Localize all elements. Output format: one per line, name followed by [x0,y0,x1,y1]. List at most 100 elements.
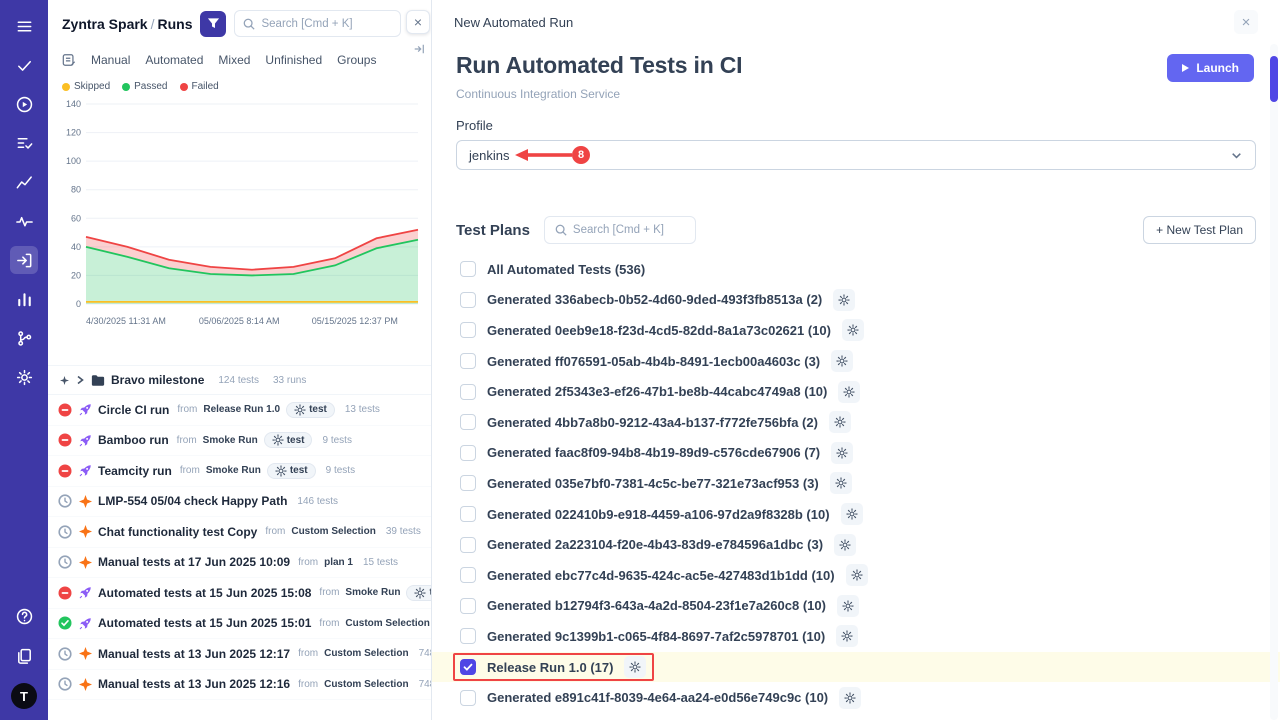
test-plan-row[interactable]: Generated ebc77c4d-9635-424c-ac5e-427483… [432,560,1280,591]
plan-checkbox[interactable] [460,445,476,461]
test-plan-row[interactable]: Release Run 1.0 (17) [432,652,1280,683]
plan-label[interactable]: Generated ff076591-05ab-4b4b-8491-1ecb00… [487,354,820,369]
milestone-row[interactable]: Bravo milestone 124 tests 33 runs [48,365,431,395]
plan-settings-button[interactable] [842,319,864,341]
plan-settings-button[interactable] [831,350,853,372]
run-row[interactable]: Automated tests at 15 Jun 2025 15:01from… [48,609,431,640]
test-plan-row[interactable]: Generated 022410b9-e918-4459-a106-97d2a9… [432,499,1280,530]
plan-label[interactable]: Generated 035e7bf0-7381-4c5c-be77-321e73… [487,476,819,491]
scrollbar[interactable] [1270,44,1278,720]
tab-unfinished[interactable]: Unfinished [265,53,322,67]
tab-manual[interactable]: Manual [91,53,130,67]
run-source[interactable]: Custom Selection [345,618,429,629]
plan-settings-button[interactable] [831,442,853,464]
test-plan-row[interactable]: All Automated Tests (536) [432,254,1280,285]
run-source[interactable]: Custom Selection [324,679,408,690]
breadcrumb-project[interactable]: Zyntra Spark [62,16,148,32]
test-plan-row[interactable]: Generated 9c1399b1-c065-4f84-8697-7af2c5… [432,621,1280,652]
milestone-name[interactable]: Bravo milestone [111,373,204,387]
plan-label[interactable]: Generated ebc77c4d-9635-424c-ac5e-427483… [487,568,835,583]
run-title[interactable]: Bamboo run [98,433,169,447]
test-plan-row[interactable]: Generated 0eeb9e18-f23d-4cd5-82dd-8a1a73… [432,315,1280,346]
plan-checkbox[interactable] [460,414,476,430]
plan-checkbox[interactable] [460,690,476,706]
sidebar-item-help[interactable] [10,602,38,630]
run-row[interactable]: Manual tests at 13 Jun 2025 12:17fromCus… [48,639,431,670]
run-source[interactable]: Custom Selection [324,648,408,659]
plan-label[interactable]: Generated 336abecb-0b52-4d60-9ded-493f3f… [487,292,822,307]
plan-settings-button[interactable] [846,564,868,586]
plan-label[interactable]: Generated 2a223104-f20e-4b43-83d9-e78459… [487,537,823,552]
run-row[interactable]: Manual tests at 13 Jun 2025 12:16fromCus… [48,670,431,701]
test-plan-row[interactable]: Generated faac8f09-94b8-4b19-89d9-c576cd… [432,438,1280,469]
run-title[interactable]: Manual tests at 17 Jun 2025 10:09 [98,555,290,569]
plan-checkbox[interactable] [460,628,476,644]
test-plan-row[interactable]: Generated ff076591-05ab-4b4b-8491-1ecb00… [432,346,1280,377]
test-plan-row[interactable]: Generated 2f5343e3-ef26-47b1-be8b-44cabc… [432,376,1280,407]
plan-checkbox[interactable] [460,598,476,614]
tab-mixed[interactable]: Mixed [218,53,250,67]
plan-settings-button[interactable] [834,534,856,556]
plan-label[interactable]: Generated 2f5343e3-ef26-47b1-be8b-44cabc… [487,384,827,399]
close-panel-button[interactable]: × [406,10,430,34]
profile-select[interactable]: jenkins 8 [456,140,1256,170]
sidebar-item-docs[interactable] [10,642,38,670]
plan-label[interactable]: Generated 4bb7a8b0-9212-43a4-b137-f772fe… [487,415,818,430]
plan-settings-button[interactable] [836,625,858,647]
plan-checkbox[interactable] [460,353,476,369]
new-test-plan-button[interactable]: + New Test Plan [1143,216,1256,244]
sidebar-item-gear[interactable] [10,363,38,391]
plan-checkbox[interactable] [460,506,476,522]
run-title[interactable]: Manual tests at 13 Jun 2025 12:17 [98,647,290,661]
sidebar-item-bar-chart[interactable] [10,285,38,313]
plan-checkbox[interactable] [460,475,476,491]
run-row[interactable]: Teamcity runfromSmoke Runtest9 tests [48,456,431,487]
plan-label[interactable]: Generated 0eeb9e18-f23d-4cd5-82dd-8a1a73… [487,323,831,338]
sidebar-item-play-circle[interactable] [10,90,38,118]
run-source[interactable]: Custom Selection [291,526,375,537]
test-plan-row[interactable]: Generated 336abecb-0b52-4d60-9ded-493f3f… [432,285,1280,316]
close-dialog-button[interactable]: × [1234,10,1258,34]
plan-label[interactable]: Generated e891c41f-8039-4e64-aa24-e0d56e… [487,690,828,705]
chevron-right-icon[interactable] [75,375,85,385]
sidebar-item-menu[interactable] [10,12,38,40]
plan-checkbox[interactable] [460,292,476,308]
run-row[interactable]: Automated tests at 15 Jun 2025 15:08from… [48,578,431,609]
runs-search-input[interactable] [261,18,392,30]
run-source[interactable]: Smoke Run [206,465,261,476]
sidebar-item-check[interactable] [10,51,38,79]
plan-settings-button[interactable] [833,289,855,311]
run-title[interactable]: Circle CI run [98,403,169,417]
run-row[interactable]: Chat functionality test CopyfromCustom S… [48,517,431,548]
run-source[interactable]: Release Run 1.0 [203,404,280,415]
sidebar-item-import[interactable] [10,246,38,274]
plan-label[interactable]: Generated 022410b9-e918-4459-a106-97d2a9… [487,507,830,522]
plan-label[interactable]: Generated b12794f3-643a-4a2d-8504-23f1e7… [487,598,826,613]
plan-checkbox[interactable] [460,659,476,675]
test-plan-row[interactable]: Generated 035e7bf0-7381-4c5c-be77-321e73… [432,468,1280,499]
plan-label[interactable]: Release Run 1.0 (17) [487,660,613,675]
run-row[interactable]: Manual tests at 17 Jun 2025 10:09frompla… [48,548,431,579]
collapse-panel-icon[interactable] [410,40,428,58]
plan-label[interactable]: All Automated Tests (536) [487,262,645,277]
run-title[interactable]: LMP-554 05/04 check Happy Path [98,494,287,508]
run-title[interactable]: Automated tests at 15 Jun 2025 15:08 [98,586,311,600]
run-row[interactable]: Circle CI runfromRelease Run 1.0test13 t… [48,395,431,426]
plan-settings-button[interactable] [830,472,852,494]
plan-settings-button[interactable] [624,656,646,678]
sidebar-item-run-list[interactable] [10,129,38,157]
plan-settings-button[interactable] [829,411,851,433]
plan-checkbox[interactable] [460,537,476,553]
plan-settings-button[interactable] [838,381,860,403]
test-plan-row[interactable]: Generated 2a223104-f20e-4b43-83d9-e78459… [432,529,1280,560]
launch-button[interactable]: Launch [1167,54,1254,82]
run-row[interactable]: LMP-554 05/04 check Happy Path146 tests [48,487,431,518]
plan-settings-button[interactable] [837,595,859,617]
run-title[interactable]: Manual tests at 13 Jun 2025 12:16 [98,677,290,691]
scrollbar-thumb[interactable] [1270,56,1278,102]
plan-label[interactable]: Generated faac8f09-94b8-4b19-89d9-c576cd… [487,445,820,460]
test-plan-row[interactable]: Generated e891c41f-8039-4e64-aa24-e0d56e… [432,682,1280,713]
run-title[interactable]: Teamcity run [98,464,172,478]
sidebar-item-branch[interactable] [10,324,38,352]
test-plan-row[interactable]: Generated b12794f3-643a-4a2d-8504-23f1e7… [432,591,1280,622]
